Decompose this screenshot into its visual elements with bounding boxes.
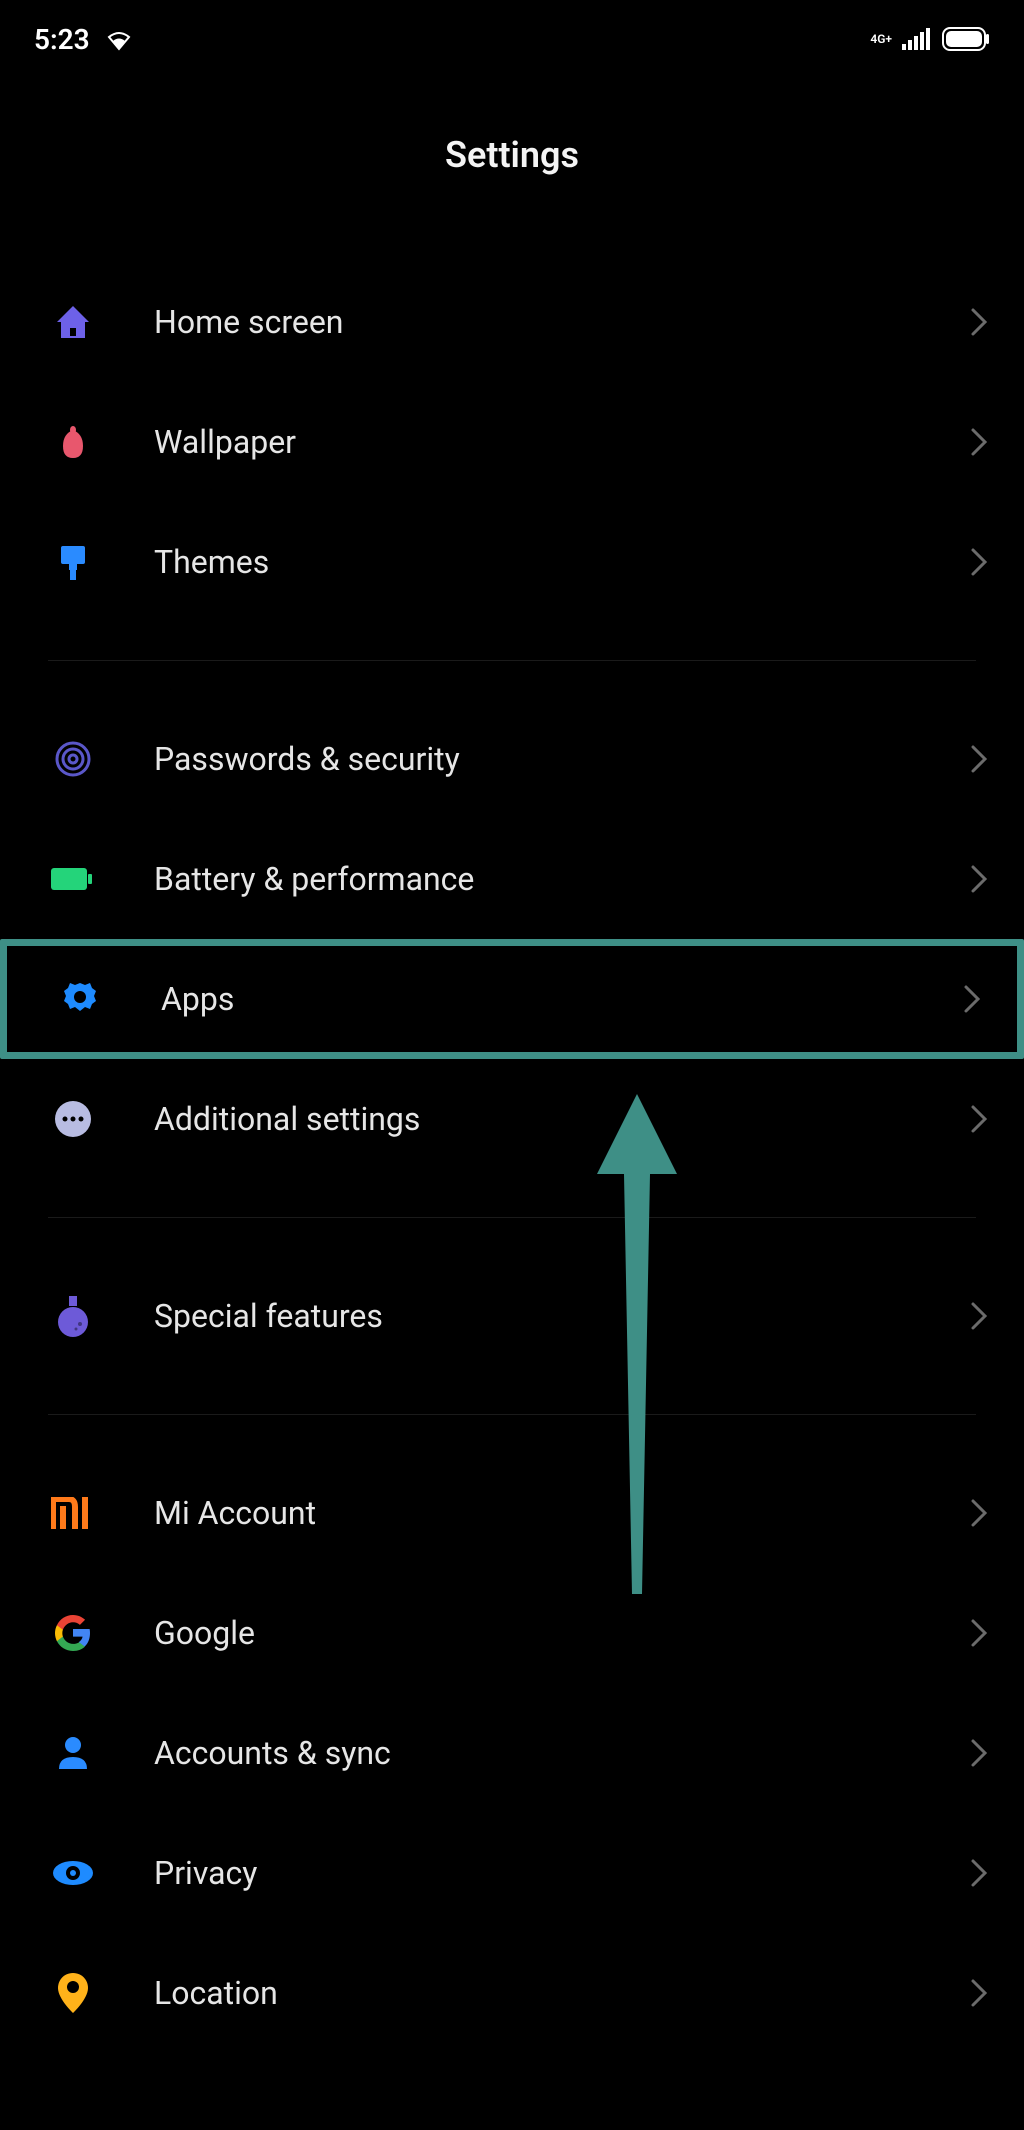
settings-row-label: Wallpaper bbox=[154, 423, 970, 461]
divider bbox=[48, 660, 976, 661]
chevron-right-icon bbox=[970, 1301, 988, 1331]
settings-row-mi-account[interactable]: Mi Account bbox=[0, 1453, 1024, 1573]
chevron-right-icon bbox=[970, 1978, 988, 2008]
settings-row-label: Additional settings bbox=[154, 1100, 970, 1138]
dots-icon bbox=[48, 1094, 98, 1144]
settings-row-google[interactable]: Google bbox=[0, 1573, 1024, 1693]
settings-row-home-screen[interactable]: Home screen bbox=[0, 262, 1024, 382]
settings-row-label: Mi Account bbox=[154, 1494, 970, 1532]
chevron-right-icon bbox=[970, 1104, 988, 1134]
chevron-right-icon bbox=[970, 1498, 988, 1528]
chevron-right-icon bbox=[970, 427, 988, 457]
status-left: 5:23 bbox=[34, 23, 134, 56]
chevron-right-icon bbox=[970, 1858, 988, 1888]
settings-row-battery-performance[interactable]: Battery & performance bbox=[0, 819, 1024, 939]
person-icon bbox=[48, 1728, 98, 1778]
eye-icon bbox=[48, 1848, 98, 1898]
chevron-right-icon bbox=[963, 984, 981, 1014]
mi-logo-icon bbox=[48, 1488, 98, 1538]
brush-icon bbox=[48, 537, 98, 587]
settings-row-privacy[interactable]: Privacy bbox=[0, 1813, 1024, 1933]
page-title: Settings bbox=[0, 134, 1024, 176]
settings-row-label: Themes bbox=[154, 543, 970, 581]
settings-row-label: Accounts & sync bbox=[154, 1734, 970, 1772]
google-icon bbox=[48, 1608, 98, 1658]
location-pin-icon bbox=[48, 1968, 98, 2018]
flask-icon bbox=[48, 1291, 98, 1341]
divider bbox=[48, 1414, 976, 1415]
settings-row-passwords-security[interactable]: Passwords & security bbox=[0, 699, 1024, 819]
chevron-right-icon bbox=[970, 307, 988, 337]
settings-row-additional-settings[interactable]: Additional settings bbox=[0, 1059, 1024, 1179]
settings-row-accounts-sync[interactable]: Accounts & sync bbox=[0, 1693, 1024, 1813]
chevron-right-icon bbox=[970, 864, 988, 894]
clock: 5:23 bbox=[34, 23, 90, 56]
settings-row-label: Google bbox=[154, 1614, 970, 1652]
settings-row-themes[interactable]: Themes bbox=[0, 502, 1024, 622]
settings-list: Home screen Wallpaper Themes Passwords &… bbox=[0, 262, 1024, 2053]
wifi-icon bbox=[104, 27, 134, 51]
settings-row-label: Passwords & security bbox=[154, 740, 970, 778]
home-icon bbox=[48, 297, 98, 347]
settings-row-apps[interactable]: Apps bbox=[0, 939, 1024, 1059]
flower-icon bbox=[48, 417, 98, 467]
settings-row-label: Home screen bbox=[154, 303, 970, 341]
battery-icon bbox=[48, 854, 98, 904]
gear-icon bbox=[55, 974, 105, 1024]
status-bar: 5:23 4G+ bbox=[0, 0, 1024, 60]
network-type-label: 4G+ bbox=[870, 33, 892, 45]
status-right: 4G+ bbox=[870, 27, 990, 51]
settings-row-wallpaper[interactable]: Wallpaper bbox=[0, 382, 1024, 502]
settings-row-special-features[interactable]: Special features bbox=[0, 1256, 1024, 1376]
settings-row-label: Privacy bbox=[154, 1854, 970, 1892]
divider bbox=[48, 1217, 976, 1218]
signal-icon bbox=[902, 28, 932, 50]
chevron-right-icon bbox=[970, 744, 988, 774]
settings-row-label: Apps bbox=[161, 980, 963, 1018]
settings-row-label: Battery & performance bbox=[154, 860, 970, 898]
battery-icon bbox=[942, 27, 990, 51]
fingerprint-icon bbox=[48, 734, 98, 784]
settings-row-location[interactable]: Location bbox=[0, 1933, 1024, 2053]
settings-row-label: Special features bbox=[154, 1297, 970, 1335]
chevron-right-icon bbox=[970, 1738, 988, 1768]
chevron-right-icon bbox=[970, 1618, 988, 1648]
settings-row-label: Location bbox=[154, 1974, 970, 2012]
chevron-right-icon bbox=[970, 547, 988, 577]
